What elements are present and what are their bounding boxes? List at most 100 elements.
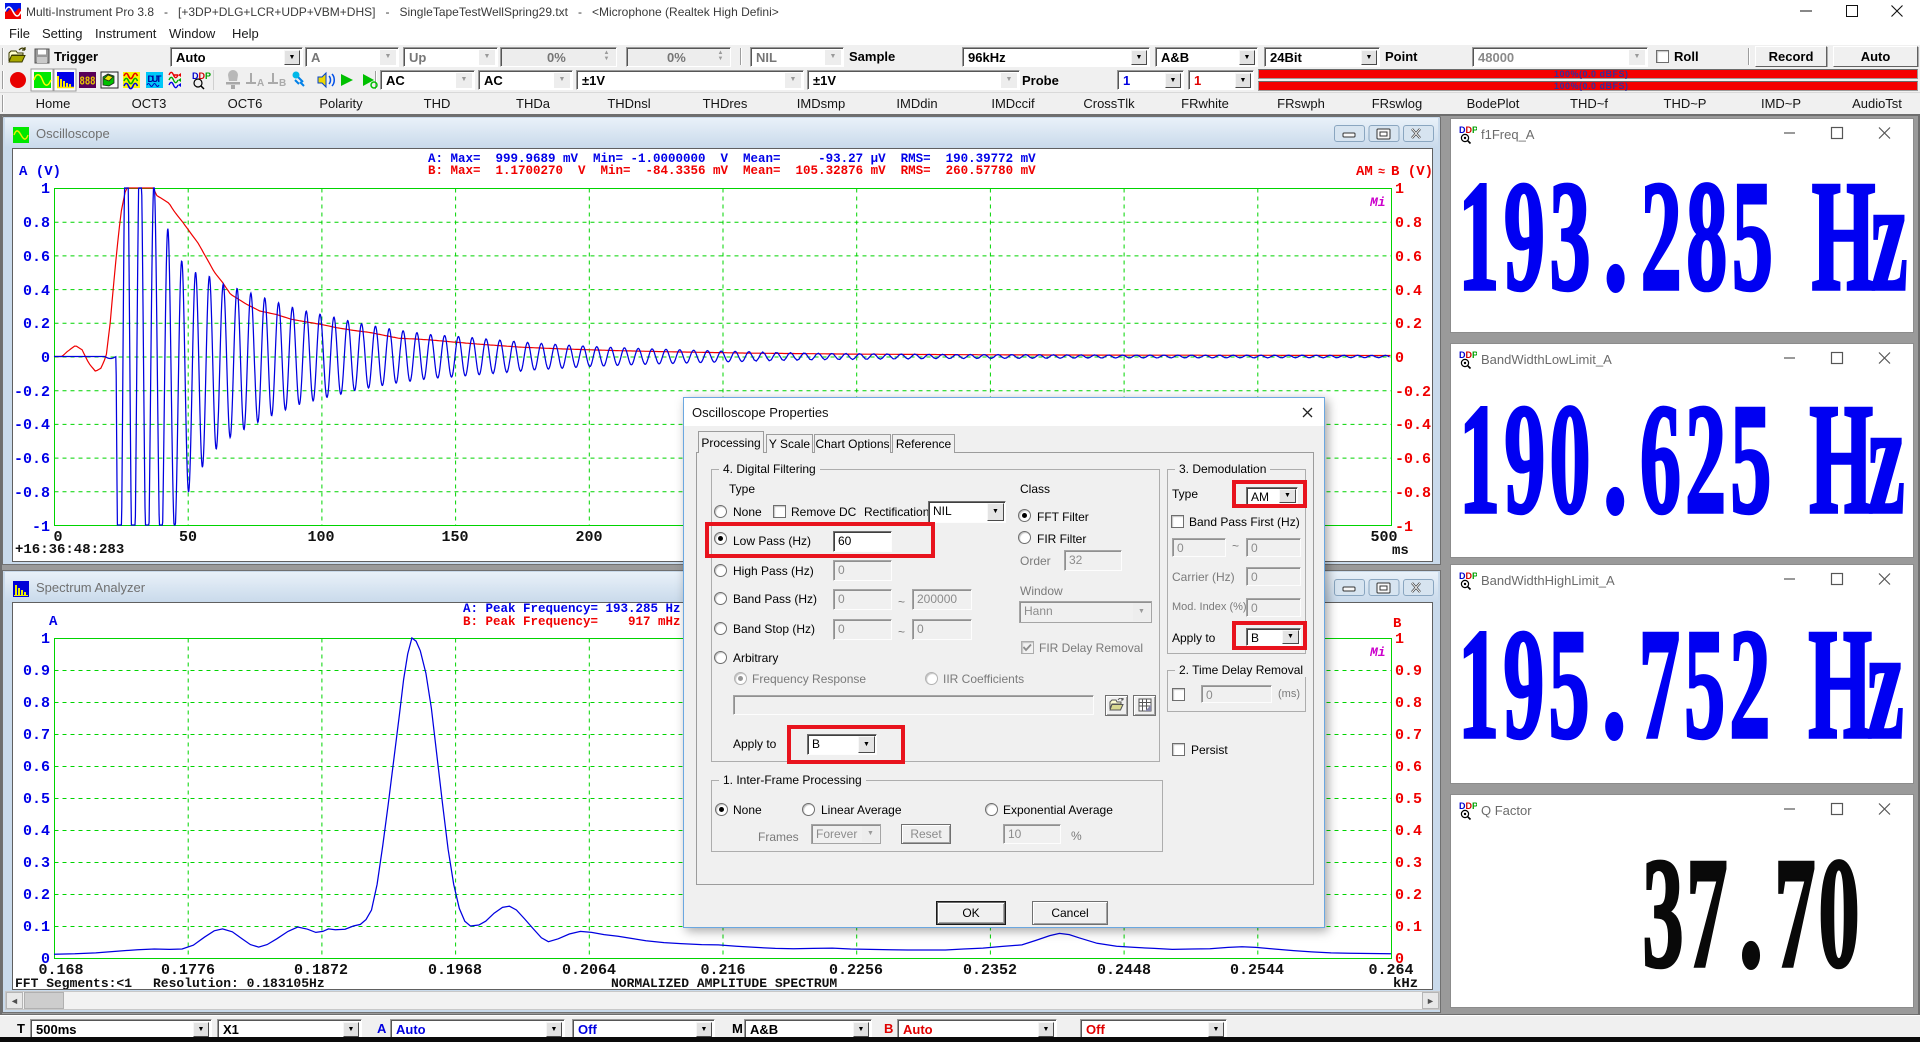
svg-text:z: z	[1871, 150, 1907, 324]
svg-text:0.8: 0.8	[1395, 695, 1422, 712]
svg-text:-0.6: -0.6	[1395, 451, 1431, 468]
svg-text:150: 150	[441, 529, 468, 546]
svg-text:9: 9	[1504, 373, 1545, 547]
svg-text:0.4: 0.4	[1395, 283, 1422, 300]
svg-text:B (V): B (V)	[1391, 164, 1432, 180]
svg-text:2: 2	[1685, 373, 1726, 547]
svg-text:z: z	[1867, 598, 1903, 772]
svg-text:0.1: 0.1	[23, 919, 50, 936]
svg-text:2: 2	[1641, 150, 1682, 324]
svg-text:0.9: 0.9	[1395, 663, 1422, 680]
svg-text:9: 9	[1503, 598, 1544, 772]
svg-text:1: 1	[41, 181, 50, 198]
svg-text:7: 7	[1639, 598, 1680, 772]
svg-text:A: A	[257, 78, 264, 89]
svg-text:-0.6: -0.6	[14, 451, 50, 468]
svg-text:5: 5	[1732, 150, 1773, 324]
svg-text:z: z	[1868, 373, 1904, 547]
svg-text:200: 200	[575, 529, 602, 546]
svg-text:0.4: 0.4	[1395, 823, 1422, 840]
svg-text:0.9: 0.9	[23, 663, 50, 680]
svg-text:+16:36:48:283: +16:36:48:283	[15, 542, 124, 558]
svg-text:Mi: Mi	[1369, 645, 1386, 660]
svg-text:ms: ms	[1392, 543, 1409, 559]
svg-text:0.7: 0.7	[23, 727, 50, 744]
svg-text:0.6: 0.6	[23, 759, 50, 776]
svg-text:-0.8: -0.8	[1395, 485, 1431, 502]
svg-text:kHz: kHz	[1393, 976, 1418, 989]
svg-text:0: 0	[41, 350, 50, 367]
svg-text:0.2544: 0.2544	[1230, 962, 1284, 979]
svg-text:0.4: 0.4	[23, 823, 50, 840]
svg-text:.: .	[1603, 150, 1627, 324]
svg-text:B: Max= 1.1700270 V Min= -: B: Max= 1.1700270 V Min= -84.3356 mV Mea…	[428, 164, 1036, 178]
svg-text:0.8: 0.8	[1395, 215, 1422, 232]
svg-text:DDP: DDP	[192, 71, 211, 81]
svg-text:0.2: 0.2	[1395, 887, 1422, 904]
svg-text:7: 7	[1774, 827, 1815, 1001]
svg-text:0.2352: 0.2352	[963, 962, 1017, 979]
svg-text:100: 100	[307, 529, 334, 546]
svg-text:≈: ≈	[1378, 165, 1385, 179]
svg-text:-0.8: -0.8	[14, 485, 50, 502]
svg-text:AM: AM	[1356, 164, 1373, 180]
svg-text:0: 0	[1818, 827, 1859, 1001]
svg-text:0.2: 0.2	[1395, 316, 1422, 333]
svg-text:B: B	[279, 78, 286, 89]
svg-text:Resolution: 0.183105Hz: Resolution: 0.183105Hz	[153, 976, 325, 989]
svg-text:H: H	[1812, 150, 1876, 324]
svg-text:H: H	[1809, 373, 1873, 547]
svg-text:-0.4: -0.4	[14, 417, 50, 434]
svg-text:1: 1	[1395, 181, 1404, 198]
svg-text:0.3: 0.3	[23, 855, 50, 872]
svg-text:1: 1	[1459, 373, 1500, 547]
svg-text:-0.2: -0.2	[1395, 384, 1431, 401]
svg-text:3: 3	[1642, 827, 1683, 1001]
svg-text:0.2448: 0.2448	[1097, 962, 1151, 979]
svg-text:-0.2: -0.2	[14, 384, 50, 401]
svg-text:0.1: 0.1	[1395, 919, 1422, 936]
svg-text:-1: -1	[32, 519, 50, 536]
svg-text:0.1968: 0.1968	[428, 962, 482, 979]
svg-text:3: 3	[1549, 150, 1590, 324]
svg-text:0.5: 0.5	[1395, 791, 1422, 808]
svg-text:Mi: Mi	[1369, 195, 1386, 210]
svg-text:-1: -1	[1395, 519, 1413, 536]
svg-text:8: 8	[1686, 150, 1727, 324]
svg-text:.: .	[1602, 598, 1626, 772]
svg-text:B: B	[1393, 616, 1402, 632]
svg-text:5: 5	[1730, 373, 1771, 547]
svg-text:0.7: 0.7	[1395, 727, 1422, 744]
svg-text:0.2: 0.2	[23, 316, 50, 333]
svg-text:0.6: 0.6	[1395, 759, 1422, 776]
svg-text:H: H	[1808, 598, 1872, 772]
svg-text:0.6: 0.6	[1395, 249, 1422, 266]
svg-text:A (V): A (V)	[19, 164, 61, 180]
svg-text:1: 1	[1395, 631, 1404, 648]
svg-text:.: .	[1603, 373, 1627, 547]
svg-text:0.6: 0.6	[23, 249, 50, 266]
svg-text:0.8: 0.8	[23, 215, 50, 232]
svg-text:50: 50	[179, 529, 197, 546]
svg-text:0.5: 0.5	[23, 791, 50, 808]
svg-text:9: 9	[1504, 150, 1545, 324]
svg-text:2: 2	[1729, 598, 1770, 772]
svg-text:0.8: 0.8	[23, 695, 50, 712]
svg-text:5: 5	[1684, 598, 1725, 772]
svg-text:888: 888	[80, 75, 96, 89]
svg-text:0.3: 0.3	[1395, 855, 1422, 872]
svg-text:DUT: DUT	[148, 74, 163, 84]
svg-text:1: 1	[1458, 150, 1499, 324]
svg-text:A: A	[49, 614, 58, 630]
svg-text:5: 5	[1548, 598, 1589, 772]
svg-text:.: .	[1739, 827, 1763, 1001]
svg-text:7: 7	[1686, 827, 1727, 1001]
svg-text:6: 6	[1640, 373, 1681, 547]
svg-text:-0.4: -0.4	[1395, 417, 1431, 434]
svg-text:NORMALIZED AMPLITUDE SPECTRUM: NORMALIZED AMPLITUDE SPECTRUM	[611, 976, 837, 989]
svg-text:1: 1	[41, 631, 50, 648]
svg-text:1: 1	[1458, 598, 1499, 772]
svg-text:FFT Segments:<1: FFT Segments:<1	[15, 976, 132, 989]
svg-text:0.4: 0.4	[23, 283, 50, 300]
svg-text:0.2064: 0.2064	[562, 962, 616, 979]
